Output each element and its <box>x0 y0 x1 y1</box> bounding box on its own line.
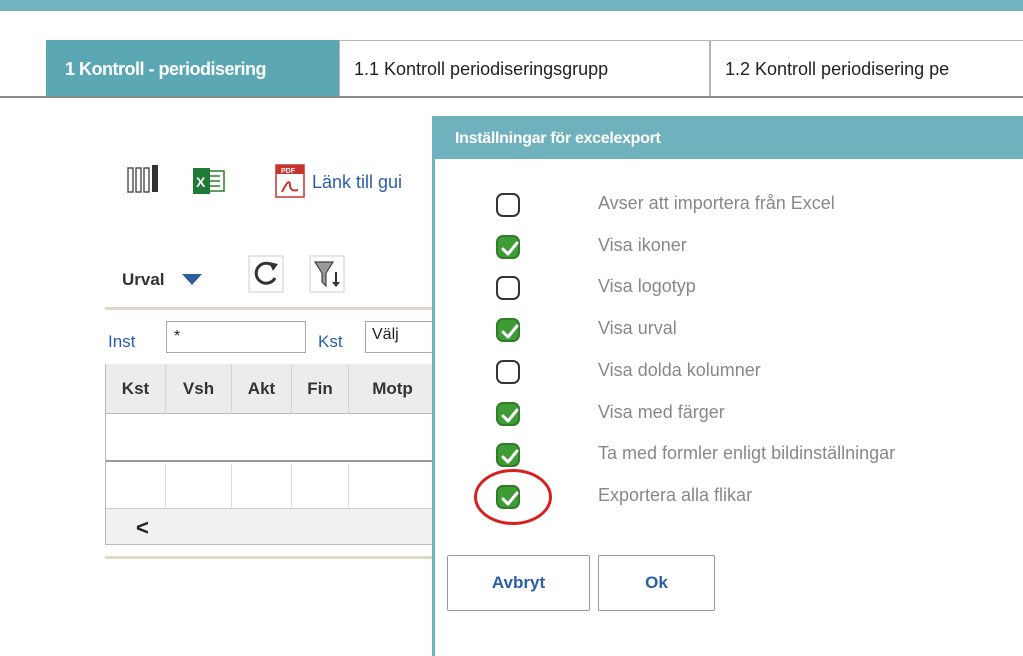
export-option-label: Visa med färger <box>598 401 725 422</box>
kst-label: Kst <box>318 332 343 351</box>
chevron-down-icon[interactable] <box>182 274 202 285</box>
export-option[interactable]: Visa dolda kolumner <box>435 356 1023 396</box>
checkbox-unchecked[interactable] <box>496 276 520 301</box>
excel-icon[interactable]: X <box>190 166 228 196</box>
cancel-button[interactable]: Avbryt <box>447 555 590 611</box>
urval-toggle[interactable]: Urval <box>122 270 165 290</box>
grid-cell <box>166 464 232 508</box>
checkbox-checked[interactable] <box>496 234 520 259</box>
tab-bar: 1 Kontroll - periodisering 1.1 Kontroll … <box>0 40 1023 98</box>
export-option-label: Visa urval <box>598 318 677 339</box>
section-divider <box>105 556 435 559</box>
checkbox-unchecked[interactable] <box>496 193 520 217</box>
tab-kontroll-periodisering[interactable]: 1 Kontroll - periodisering <box>46 40 339 97</box>
grid-header-kst[interactable]: Kst <box>106 364 166 414</box>
grid-cell <box>292 464 349 508</box>
guide-link[interactable]: Länk till gui <box>312 172 432 193</box>
kst-select[interactable]: Välj <box>365 321 435 353</box>
export-option[interactable]: Visa med färger <box>435 398 1023 438</box>
checkbox-checked[interactable] <box>496 318 520 343</box>
export-option[interactable]: Visa ikoner <box>435 231 1023 271</box>
ok-button[interactable]: Ok <box>598 555 715 611</box>
checkbox-checked[interactable] <box>496 443 520 468</box>
columns-icon[interactable] <box>125 164 165 196</box>
scroll-left-icon[interactable]: < <box>136 515 149 541</box>
export-option-label: Visa ikoner <box>598 234 687 255</box>
svg-text:PDF: PDF <box>281 168 296 175</box>
inst-label: Inst <box>108 332 136 351</box>
grid-header-vsh[interactable]: Vsh <box>166 364 232 414</box>
export-option-label: Avser att importera från Excel <box>598 193 835 213</box>
top-accent-bar <box>0 0 1023 11</box>
grid-empty-row <box>106 414 436 462</box>
horizontal-scrollbar[interactable]: < <box>106 508 436 544</box>
data-grid: Kst Vsh Akt Fin Motp < <box>105 364 436 545</box>
grid-header-row: Kst Vsh Akt Fin Motp <box>106 364 436 414</box>
tab-kontroll-periodisering-pe[interactable]: 1.2 Kontroll periodisering pe <box>710 40 1023 97</box>
checkbox-checked[interactable] <box>496 401 520 426</box>
refresh-icon[interactable] <box>247 254 285 294</box>
export-option-label: Exportera alla flikar <box>598 484 753 505</box>
section-divider <box>105 307 435 310</box>
export-option[interactable]: Visa urval <box>435 314 1023 354</box>
pdf-icon[interactable]: PDF <box>271 162 309 200</box>
grid-cell <box>106 464 166 508</box>
grid-header-akt[interactable]: Akt <box>232 364 292 414</box>
export-option-label: Ta med formler enligt bildinställningar <box>598 443 896 464</box>
inst-input[interactable] <box>166 321 306 353</box>
checkbox-unchecked[interactable] <box>496 359 520 384</box>
svg-text:X: X <box>196 174 206 190</box>
filter-icon[interactable] <box>308 254 346 294</box>
export-option-label: Visa logotyp <box>598 276 696 297</box>
export-option[interactable]: Visa logotyp <box>435 272 1023 312</box>
grid-header-motp[interactable]: Motp <box>349 364 436 414</box>
export-option[interactable]: Avser att importera från Excel <box>435 189 1023 229</box>
tab-kontroll-periodiseringsgrupp[interactable]: 1.1 Kontroll periodiseringsgrupp <box>339 40 710 97</box>
grid-column-area <box>106 464 436 508</box>
dialog-title: Inställningar för excelexport <box>435 119 1023 159</box>
tab-bar-divider <box>0 96 1023 98</box>
highlight-annotation-circle <box>474 469 552 525</box>
grid-cell <box>232 464 292 508</box>
grid-header-fin[interactable]: Fin <box>292 364 349 414</box>
export-option-label: Visa dolda kolumner <box>598 359 761 380</box>
